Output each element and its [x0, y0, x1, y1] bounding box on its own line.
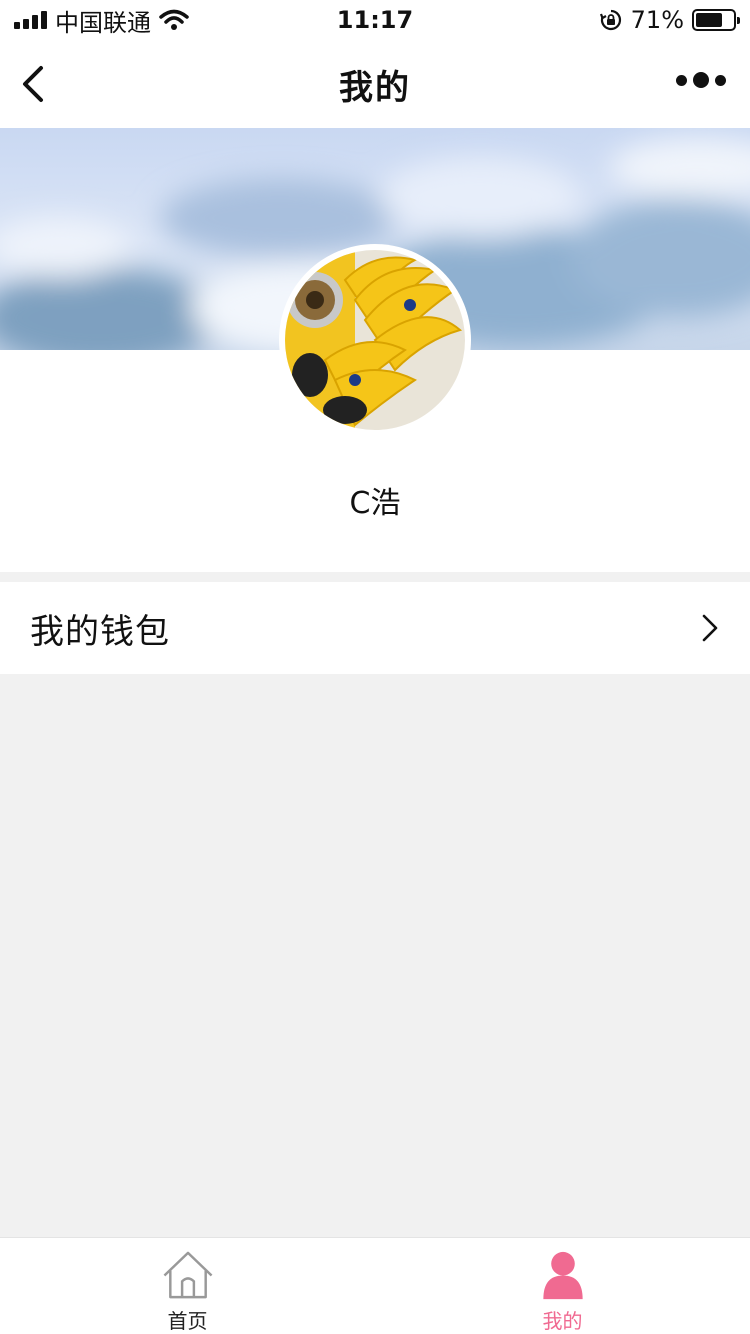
back-button[interactable] [14, 60, 58, 108]
wifi-icon [159, 9, 189, 30]
signal-icon [14, 11, 47, 29]
menu-item-label: 我的钱包 [30, 611, 170, 652]
tab-mine[interactable]: 我的 [375, 1238, 750, 1334]
avatar[interactable] [279, 244, 471, 436]
page-title: 我的 [339, 67, 411, 108]
nav-bar: 我的 [0, 40, 750, 128]
chevron-right-icon [702, 614, 718, 642]
battery-fill [696, 13, 722, 27]
dot-icon [693, 72, 709, 88]
battery-icon [692, 9, 740, 31]
status-bar: 中国联通 11:17 71% [0, 0, 750, 40]
carrier-label: 中国联通 [55, 8, 151, 37]
more-options-button[interactable] [676, 72, 726, 88]
status-right: 71% [599, 6, 740, 34]
menu-item-wallet[interactable]: 我的钱包 [0, 582, 750, 674]
status-left: 中国联通 [14, 3, 189, 38]
tab-label: 我的 [542, 1309, 583, 1333]
dot-icon [676, 74, 687, 86]
tab-bar: 首页 我的 [0, 1237, 750, 1334]
home-icon [163, 1251, 212, 1299]
tab-label: 首页 [167, 1309, 208, 1333]
avatar-image [285, 250, 465, 430]
rotation-lock-icon [599, 9, 621, 31]
battery-percent: 71% [630, 6, 684, 34]
dot-icon [715, 74, 726, 86]
tab-home[interactable]: 首页 [0, 1238, 375, 1334]
user-icon [542, 1251, 583, 1300]
username: C浩 [349, 486, 401, 521]
